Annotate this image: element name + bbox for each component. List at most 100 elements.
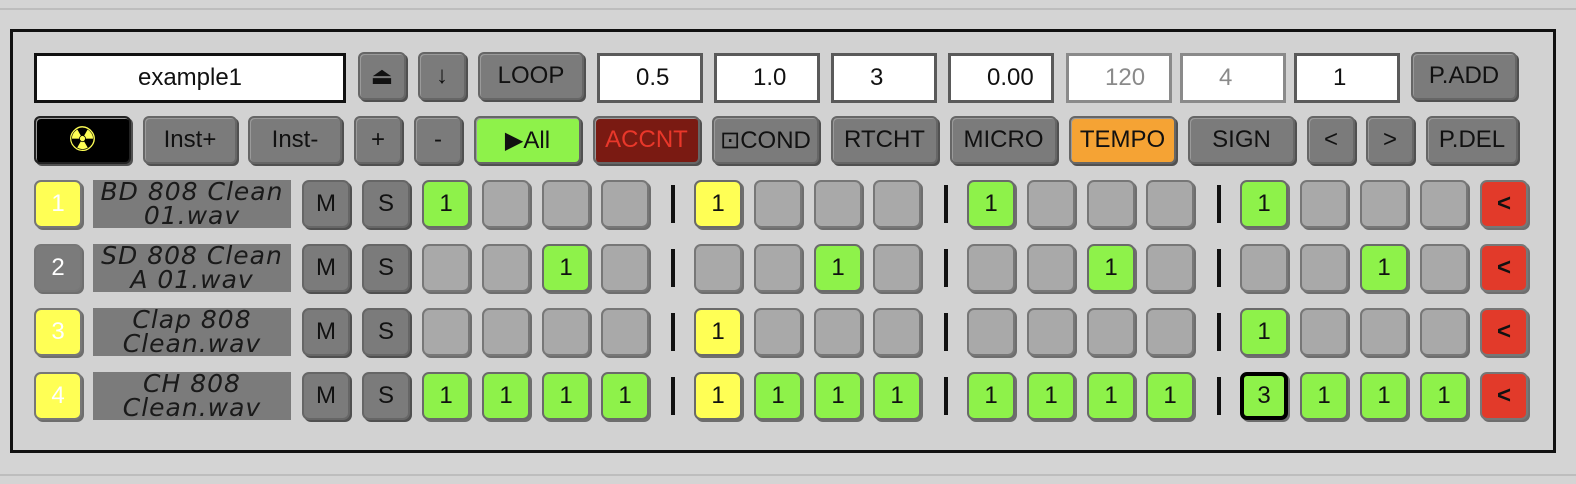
step-cell[interactable]: [601, 308, 649, 356]
step-cell[interactable]: 1: [814, 244, 862, 292]
step-cell[interactable]: [873, 308, 921, 356]
step-cell[interactable]: [754, 308, 802, 356]
step-cell[interactable]: [1420, 244, 1468, 292]
solo-button[interactable]: S: [362, 180, 410, 228]
step-cell[interactable]: [422, 244, 470, 292]
step-cell[interactable]: [482, 244, 530, 292]
step-cell[interactable]: [1087, 308, 1135, 356]
track-back-button[interactable]: <: [1480, 372, 1528, 420]
mute-button[interactable]: M: [302, 180, 350, 228]
tempo-field[interactable]: 120: [1066, 53, 1172, 103]
offset-field[interactable]: 0.00: [948, 53, 1054, 103]
volume-field[interactable]: 1.0: [714, 53, 820, 103]
track-back-button[interactable]: <: [1480, 308, 1528, 356]
micro-button[interactable]: MICRO: [950, 116, 1057, 164]
track-number-button[interactable]: 1: [34, 180, 82, 228]
step-cell[interactable]: [1300, 308, 1348, 356]
step-cell[interactable]: [967, 308, 1015, 356]
step-cell[interactable]: [754, 180, 802, 228]
pattern-delete-button[interactable]: P.DEL: [1426, 116, 1518, 164]
step-cell[interactable]: 3: [1240, 372, 1288, 420]
step-cell[interactable]: 1: [967, 180, 1015, 228]
eject-icon[interactable]: ⏏: [358, 52, 406, 100]
step-cell[interactable]: [694, 244, 742, 292]
signature-field[interactable]: 4: [1180, 53, 1286, 103]
step-cell[interactable]: 1: [1360, 244, 1408, 292]
step-cell[interactable]: 1: [542, 372, 590, 420]
step-cell[interactable]: [542, 308, 590, 356]
step-cell[interactable]: 1: [1360, 372, 1408, 420]
mute-button[interactable]: M: [302, 372, 350, 420]
step-cell[interactable]: 1: [754, 372, 802, 420]
step-cell[interactable]: 1: [694, 372, 742, 420]
step-cell[interactable]: [1420, 308, 1468, 356]
step-cell[interactable]: [1146, 180, 1194, 228]
step-cell[interactable]: [1027, 180, 1075, 228]
download-icon[interactable]: ↓: [418, 52, 466, 100]
track-back-button[interactable]: <: [1480, 244, 1528, 292]
mute-button[interactable]: M: [302, 244, 350, 292]
inst-minus-button[interactable]: Inst-: [248, 116, 342, 164]
step-length-field[interactable]: 0.5: [597, 53, 703, 103]
step-cell[interactable]: [1240, 244, 1288, 292]
inst-plus-button[interactable]: Inst+: [143, 116, 237, 164]
step-cell[interactable]: [967, 244, 1015, 292]
step-cell[interactable]: 1: [1087, 372, 1135, 420]
step-cell[interactable]: [873, 244, 921, 292]
step-cell[interactable]: [873, 180, 921, 228]
minus-button[interactable]: -: [414, 116, 462, 164]
step-cell[interactable]: [1087, 180, 1135, 228]
track-back-button[interactable]: <: [1480, 180, 1528, 228]
pattern-add-button[interactable]: P.ADD: [1411, 52, 1517, 100]
loop-button[interactable]: LOOP: [478, 52, 584, 100]
track-number-button[interactable]: 2: [34, 244, 82, 292]
step-cell[interactable]: 1: [1240, 180, 1288, 228]
instrument-name[interactable]: Clap 808 Clean.wav: [93, 308, 291, 356]
step-cell[interactable]: [1420, 180, 1468, 228]
count-field[interactable]: 3: [831, 53, 937, 103]
step-cell[interactable]: [1146, 244, 1194, 292]
step-cell[interactable]: 1: [873, 372, 921, 420]
tempo-button[interactable]: TEMPO: [1069, 116, 1176, 164]
step-cell[interactable]: 1: [1146, 372, 1194, 420]
pattern-name-field[interactable]: example1: [34, 53, 346, 103]
step-cell[interactable]: 1: [814, 372, 862, 420]
step-cell[interactable]: [1146, 308, 1194, 356]
ratchet-button[interactable]: RTCHT: [831, 116, 938, 164]
instrument-name[interactable]: CH 808 Clean.wav: [93, 372, 291, 420]
accent-button[interactable]: ACCNT: [593, 116, 700, 164]
step-cell[interactable]: 1: [1087, 244, 1135, 292]
condition-button[interactable]: ⊡COND: [712, 116, 819, 164]
step-cell[interactable]: [1027, 244, 1075, 292]
step-cell[interactable]: 1: [967, 372, 1015, 420]
step-cell[interactable]: 1: [422, 372, 470, 420]
instrument-name[interactable]: SD 808 Clean A 01.wav: [93, 244, 291, 292]
step-cell[interactable]: 1: [542, 244, 590, 292]
step-cell[interactable]: [482, 180, 530, 228]
solo-button[interactable]: S: [362, 308, 410, 356]
step-cell[interactable]: 1: [1300, 372, 1348, 420]
mute-button[interactable]: M: [302, 308, 350, 356]
next-pattern-button[interactable]: >: [1366, 116, 1414, 164]
step-cell[interactable]: [1360, 308, 1408, 356]
step-cell[interactable]: [814, 308, 862, 356]
track-number-button[interactable]: 3: [34, 308, 82, 356]
step-cell[interactable]: 1: [1027, 372, 1075, 420]
step-cell[interactable]: [482, 308, 530, 356]
step-cell[interactable]: [1360, 180, 1408, 228]
step-cell[interactable]: [1300, 180, 1348, 228]
step-cell[interactable]: [754, 244, 802, 292]
pattern-number-field[interactable]: 1: [1294, 53, 1400, 103]
step-cell[interactable]: [542, 180, 590, 228]
step-cell[interactable]: 1: [482, 372, 530, 420]
step-cell[interactable]: [1027, 308, 1075, 356]
step-cell[interactable]: [1300, 244, 1348, 292]
step-cell[interactable]: 1: [422, 180, 470, 228]
step-cell[interactable]: [422, 308, 470, 356]
step-cell[interactable]: [601, 180, 649, 228]
step-cell[interactable]: 1: [1420, 372, 1468, 420]
instrument-name[interactable]: BD 808 Clean 01.wav: [93, 180, 291, 228]
step-cell[interactable]: [601, 244, 649, 292]
previous-pattern-button[interactable]: <: [1307, 116, 1355, 164]
plus-button[interactable]: +: [354, 116, 402, 164]
